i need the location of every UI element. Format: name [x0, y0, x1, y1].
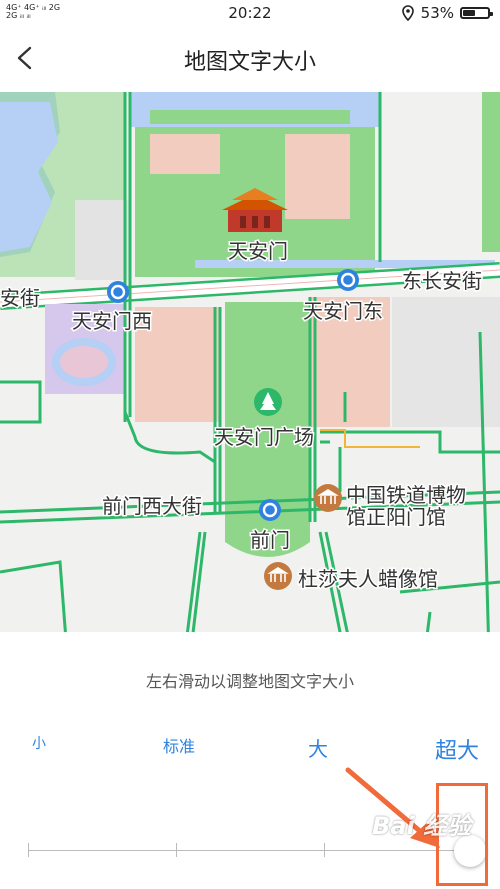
gray-block-left	[75, 200, 130, 280]
location-pin-icon	[401, 5, 414, 21]
status-right: 53%	[401, 4, 493, 22]
label-museum-line1: 中国铁道博物	[346, 484, 466, 507]
slider-tick	[28, 843, 29, 857]
slider-tick	[324, 843, 325, 857]
battery-percent: 53%	[420, 4, 454, 22]
header: 地图文字大小	[0, 26, 500, 92]
size-option-small[interactable]: 小	[32, 733, 46, 753]
palace-building-1	[285, 134, 350, 219]
label-wax-museum: 杜莎夫人蜡像馆	[298, 568, 438, 591]
label-tiananmen-east: 天安门东	[303, 300, 383, 323]
label-qianmen: 前门	[250, 529, 290, 552]
slider-tick	[176, 843, 177, 857]
battery-fill	[463, 10, 475, 16]
status-bar: 4G⁺ 4G⁺ ᵢₗₗ 2G 2G ᵢₗₗ ᵢₗₗ 20:22 53%	[0, 0, 500, 26]
label-square: 天安门广场	[214, 426, 314, 449]
palace-building-2	[150, 134, 220, 174]
label-east-road: 东长安街	[402, 270, 482, 293]
label-museum-line2: 馆正阳门馆	[346, 506, 446, 529]
size-option-standard[interactable]: 标准	[163, 733, 195, 757]
east-gray	[392, 297, 500, 427]
watermark: Bai 经验	[372, 812, 472, 840]
size-option-large[interactable]: 大	[308, 733, 328, 762]
opera-dome	[60, 346, 108, 378]
label-qianmen-west: 前门西大街	[102, 495, 202, 518]
battery-icon	[460, 7, 493, 19]
right-green	[482, 92, 500, 252]
map-preview: 天安门 安街 东长安街 天安门西 天安门东 天安门广场 前门西大街 前门 中国铁…	[0, 92, 500, 692]
label-tiananmen-west: 天安门西	[72, 310, 152, 333]
palace-green-inner	[150, 110, 350, 124]
label-tiananmen: 天安门	[228, 240, 288, 263]
park-poi-icon	[254, 388, 282, 416]
slider-hint: 左右滑动以调整地图文字大小	[145, 672, 354, 691]
label-west-road: 安街	[0, 287, 40, 310]
map-canvas: 天安门 安街 东长安街 天安门西 天安门东 天安门广场 前门西大街 前门 中国铁…	[0, 92, 500, 692]
page-title: 地图文字大小	[183, 50, 316, 75]
